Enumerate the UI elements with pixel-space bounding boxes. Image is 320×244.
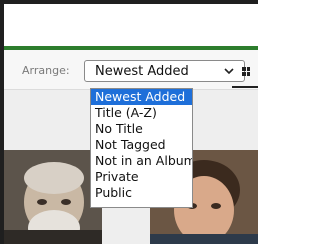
chevron-down-icon — [224, 68, 234, 75]
arrange-label: Arrange: — [22, 64, 70, 77]
dropdown-option-public[interactable]: Public — [91, 185, 192, 201]
arrange-dropdown-menu: Newest Added Title (A-Z) No Title Not Ta… — [90, 88, 193, 208]
dropdown-option-private[interactable]: Private — [91, 169, 192, 185]
header-area — [4, 4, 258, 46]
portrait-image — [4, 150, 102, 244]
view-active-indicator — [232, 86, 258, 88]
dropdown-option-title-az[interactable]: Title (A-Z) — [91, 105, 192, 121]
dropdown-option-not-tagged[interactable]: Not Tagged — [91, 137, 192, 153]
arrange-select[interactable]: Newest Added — [84, 60, 245, 82]
dropdown-option-newest-added[interactable]: Newest Added — [91, 89, 192, 105]
grid-view-icon[interactable] — [236, 62, 250, 82]
photo-thumbnail[interactable] — [4, 150, 102, 244]
dropdown-option-no-title[interactable]: No Title — [91, 121, 192, 137]
arrange-select-value: Newest Added — [95, 64, 189, 79]
dropdown-option-not-in-album[interactable]: Not in an Album — [91, 153, 192, 169]
